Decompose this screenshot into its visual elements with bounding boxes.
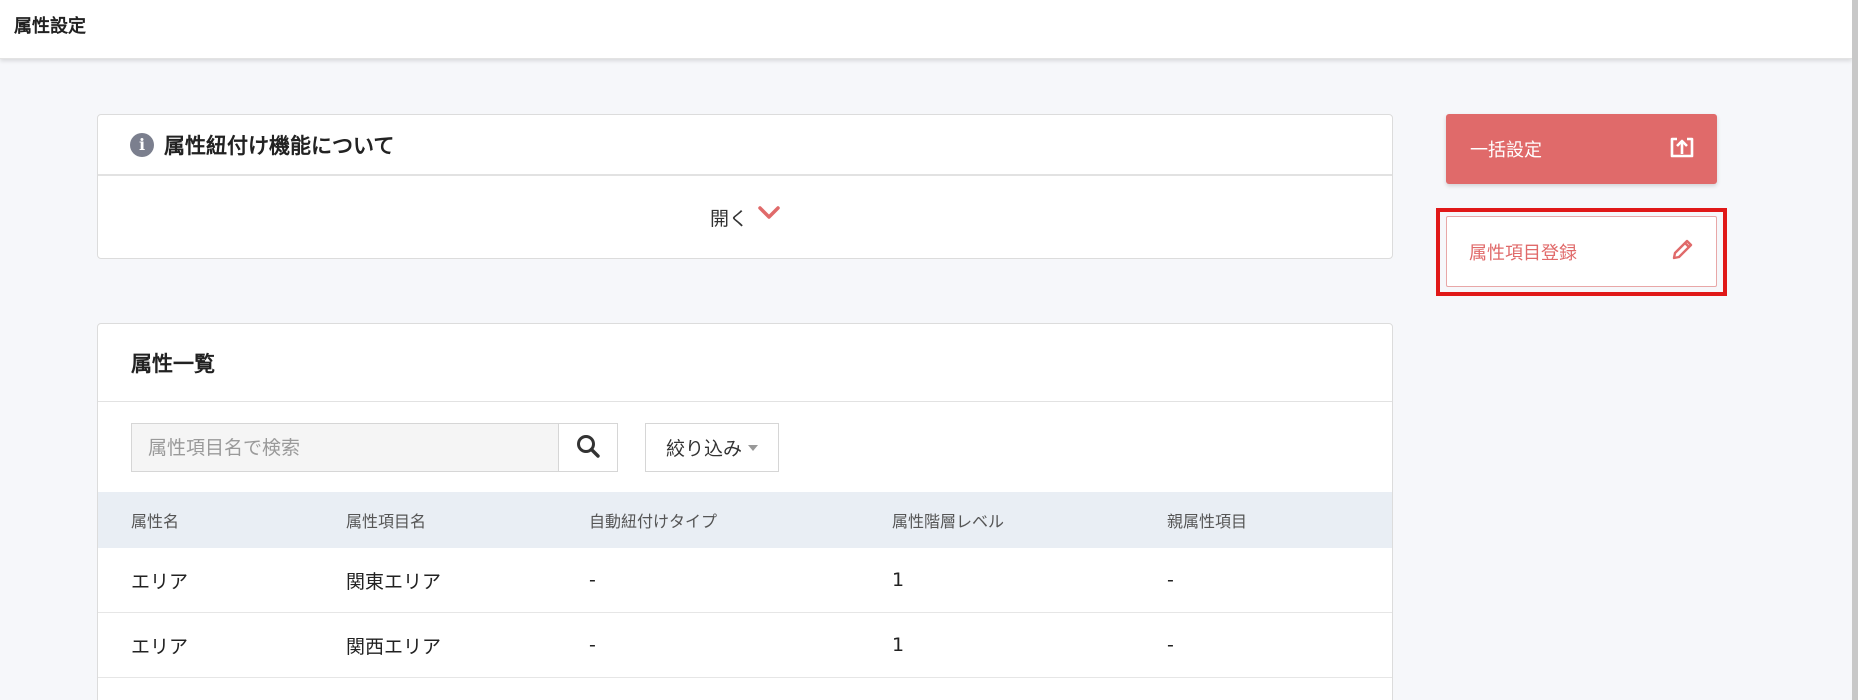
table-cell: 1 [892, 569, 905, 591]
attribute-list-title: 属性一覧 [98, 324, 1392, 402]
pencil-icon [1670, 236, 1696, 267]
table-cell: 関東エリア [346, 570, 442, 593]
table-cell: エリア [131, 635, 189, 658]
register-attribute-item-button[interactable]: 属性項目登録 [1446, 216, 1717, 287]
column-header[interactable]: 親属性項目 [1167, 492, 1247, 548]
page-title: 属性設定 [14, 16, 86, 37]
info-panel-title: 属性紐付け機能について [164, 133, 395, 158]
table-row[interactable]: エリア 関東エリア - 1 - [98, 548, 1392, 613]
column-header[interactable]: 属性名 [131, 492, 179, 548]
register-attribute-item-label: 属性項目登録 [1469, 242, 1577, 264]
chevron-down-icon [758, 205, 780, 224]
bulk-settings-button[interactable]: 一括設定 [1446, 114, 1717, 184]
expand-label: 開く [709, 207, 748, 230]
table-header: 属性名 属性項目名 自動紐付けタイプ 属性階層レベル 親属性項目 [98, 492, 1392, 548]
filter-label: 絞り込み [665, 438, 742, 460]
filter-dropdown[interactable]: 絞り込み [645, 423, 779, 472]
table-cell: エリア [131, 570, 189, 593]
table-cell: - [589, 634, 596, 656]
table-row[interactable]: エリア 関西エリア - 1 - [98, 613, 1392, 678]
table-cell: - [1167, 569, 1174, 591]
page-scrollbar[interactable] [1852, 0, 1858, 700]
info-panel-header: i 属性紐付け機能について [98, 115, 1392, 176]
search-input[interactable] [131, 423, 559, 472]
search-row: 絞り込み [131, 423, 779, 472]
info-panel: i 属性紐付け機能について 開く [97, 114, 1393, 259]
table-cell: - [589, 569, 596, 591]
column-header[interactable]: 属性階層レベル [892, 492, 1004, 548]
caret-down-icon [748, 444, 758, 451]
attribute-table: 属性名 属性項目名 自動紐付けタイプ 属性階層レベル 親属性項目 エリア 関東エ… [98, 492, 1392, 678]
upload-icon [1669, 135, 1695, 164]
top-bar: 属性設定 [0, 0, 1852, 59]
search-button[interactable] [559, 423, 618, 472]
table-cell: 1 [892, 634, 905, 656]
search-icon [575, 433, 601, 463]
expand-toggle[interactable]: 開く [98, 176, 1392, 258]
info-icon: i [130, 132, 154, 157]
column-header[interactable]: 属性項目名 [346, 492, 426, 548]
bulk-settings-label: 一括設定 [1470, 140, 1542, 161]
table-cell: 関西エリア [346, 635, 442, 658]
column-header[interactable]: 自動紐付けタイプ [589, 492, 717, 548]
table-cell: - [1167, 634, 1174, 656]
attribute-list-panel: 属性一覧 絞り込み 属性名 属性項目名 自動紐付けタイプ 属性階層レベル 親属性… [97, 323, 1393, 700]
